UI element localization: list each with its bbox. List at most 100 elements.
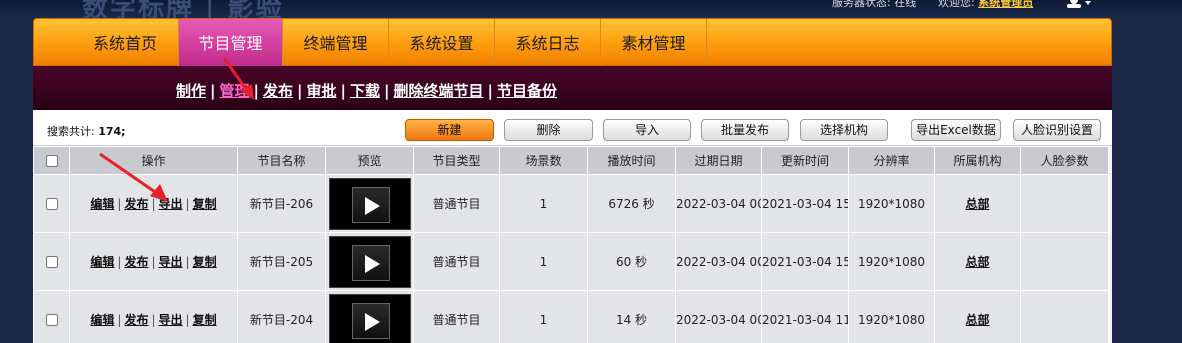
preview-thumbnail[interactable] — [328, 293, 411, 343]
export-link[interactable]: 导出 — [159, 197, 183, 211]
nav-terminal-management[interactable]: 终端管理 — [283, 19, 388, 66]
col-actions: 操作 — [69, 146, 238, 175]
organization-link[interactable]: 总部 — [965, 255, 989, 269]
edit-link[interactable]: 编辑 — [90, 197, 114, 211]
subnav-manage[interactable]: 管理 — [220, 82, 250, 100]
copy-link[interactable]: 复制 — [193, 255, 217, 269]
publish-link[interactable]: 发布 — [124, 313, 148, 327]
preview-cell — [325, 290, 414, 343]
publish-link[interactable]: 发布 — [124, 197, 148, 211]
content-panel: 搜索共计: 174; 新建 删除 导入 批量发布 选择机构 导出Excel数据 … — [33, 110, 1112, 343]
table-row: 编辑 | 发布 | 导出 | 复制 新节目-204 普通节目 1 14 秒 2022-03-… — [33, 290, 1109, 343]
copy-link[interactable]: 复制 — [193, 197, 217, 211]
col-organization: 所属机构 — [934, 146, 1021, 175]
subnav-program-backup[interactable]: 节目备份 — [497, 82, 557, 100]
main-nav: 系统首页 节目管理 终端管理 系统设置 系统日志 素材管理 — [33, 18, 1112, 66]
organization-cell: 总部 — [934, 174, 1021, 233]
program-type-cell: 普通节目 — [413, 290, 500, 343]
play-time-cell: 6726 秒 — [587, 174, 676, 233]
row-checkbox[interactable] — [45, 256, 58, 268]
program-name-cell: 新节目-205 — [237, 232, 326, 291]
program-type-cell: 普通节目 — [413, 232, 500, 291]
select-org-button[interactable]: 选择机构 — [800, 119, 888, 141]
publish-link[interactable]: 发布 — [124, 255, 148, 269]
main-frame: 系统首页 节目管理 终端管理 系统设置 系统日志 素材管理 制作 | 管理 | 发布 | 审… — [33, 18, 1113, 343]
resolution-cell: 1920*1080 — [848, 232, 935, 291]
username-link[interactable]: 系统管理员 — [978, 0, 1033, 9]
col-expire-date: 过期日期 — [675, 146, 762, 175]
col-program-type: 节目类型 — [413, 146, 500, 175]
subnav-create[interactable]: 制作 — [176, 82, 206, 100]
edit-link[interactable]: 编辑 — [90, 313, 114, 327]
organization-link[interactable]: 总部 — [965, 197, 989, 211]
face-recognition-settings-button[interactable]: 人脸识别设置 — [1013, 119, 1101, 141]
row-actions: 编辑 | 发布 | 导出 | 复制 — [69, 174, 238, 233]
export-excel-button[interactable]: 导出Excel数据 — [911, 119, 1001, 141]
subnav-delete-terminal-program[interactable]: 删除终端节目 — [394, 82, 484, 100]
copy-link[interactable]: 复制 — [193, 313, 217, 327]
play-icon[interactable] — [351, 244, 390, 281]
expire-date-cell: 2022-03-04 00:00 — [675, 232, 762, 291]
toolbar: 搜索共计: 174; 新建 删除 导入 批量发布 选择机构 导出Excel数据 … — [33, 110, 1112, 146]
row-checkbox[interactable] — [45, 314, 58, 326]
delete-button[interactable]: 删除 — [504, 119, 593, 141]
organization-link[interactable]: 总部 — [965, 313, 989, 327]
nav-divider — [706, 19, 707, 66]
nav-system-log[interactable]: 系统日志 — [495, 19, 600, 66]
col-update-time: 更新时间 — [761, 146, 849, 175]
face-params-cell — [1020, 290, 1109, 343]
play-icon[interactable] — [351, 302, 390, 339]
select-all-checkbox[interactable] — [45, 155, 58, 167]
subnav-download[interactable]: 下载 — [350, 82, 380, 100]
search-count-label: 搜索共计: — [47, 125, 95, 138]
preview-thumbnail[interactable] — [328, 177, 411, 230]
resolution-cell: 1920*1080 — [848, 174, 935, 233]
nav-program-management[interactable]: 节目管理 — [179, 19, 282, 66]
scene-count-cell: 1 — [499, 290, 588, 343]
col-scene-count: 场景数 — [499, 146, 588, 175]
preview-thumbnail[interactable] — [328, 235, 411, 288]
search-count-value: 174; — [98, 125, 126, 138]
nav-media-management[interactable]: 素材管理 — [601, 19, 706, 66]
scene-count-cell: 1 — [499, 174, 588, 233]
program-table: 操作 节目名称 预览 节目类型 场景数 播放时间 过期日期 更新时间 分辨率 所… — [33, 146, 1109, 343]
scene-count-cell: 1 — [499, 232, 588, 291]
update-time-cell: 2021-03-04 15: — [761, 232, 849, 291]
program-name-cell: 新节目-204 — [237, 290, 326, 343]
nav-system-settings[interactable]: 系统设置 — [389, 19, 494, 66]
table-header-row: 操作 节目名称 预览 节目类型 场景数 播放时间 过期日期 更新时间 分辨率 所… — [33, 146, 1109, 175]
preview-cell — [325, 174, 414, 233]
program-type-cell: 普通节目 — [413, 174, 500, 233]
row-select-cell — [33, 232, 70, 291]
resolution-cell: 1920*1080 — [848, 290, 935, 343]
row-select-cell — [33, 290, 70, 343]
update-time-cell: 2021-03-04 15: — [761, 174, 849, 233]
batch-publish-button[interactable]: 批量发布 — [701, 119, 789, 141]
row-checkbox[interactable] — [45, 198, 58, 210]
table-row: 编辑 | 发布 | 导出 | 复制 新节目-205 普通节目 1 60 秒 2022-03-… — [33, 232, 1109, 291]
edit-link[interactable]: 编辑 — [90, 255, 114, 269]
new-button[interactable]: 新建 — [405, 119, 494, 141]
organization-cell: 总部 — [934, 232, 1021, 291]
row-actions: 编辑 | 发布 | 导出 | 复制 — [69, 232, 238, 291]
subnav-publish[interactable]: 发布 — [263, 82, 293, 100]
sub-nav: 制作 | 管理 | 发布 | 审批 | 下载 | 删除终端节目 | 节目备份 — [33, 66, 1112, 110]
expire-date-cell: 2022-03-04 00:00 — [675, 174, 762, 233]
server-status-text: 服务器状态: 在线 — [832, 0, 917, 9]
nav-home[interactable]: 系统首页 — [72, 19, 178, 66]
top-header: 数字标牌 | 影验 服务器状态: 在线 欢迎您: 系统管理员 — [0, 0, 1182, 24]
import-button[interactable]: 导入 — [603, 119, 691, 141]
col-face-params: 人脸参数 — [1020, 146, 1109, 175]
table-row: 编辑 | 发布 | 导出 | 复制 新节目-206 普通节目 1 6726 秒 2022-0… — [33, 174, 1109, 233]
preview-cell — [325, 232, 414, 291]
subnav-approve[interactable]: 审批 — [307, 82, 337, 100]
row-actions: 编辑 | 发布 | 导出 | 复制 — [69, 290, 238, 343]
update-time-cell: 2021-03-04 11:4 — [761, 290, 849, 343]
user-menu-icon[interactable] — [1066, 0, 1092, 8]
face-params-cell — [1020, 232, 1109, 291]
sub-nav-links: 制作 | 管理 | 发布 | 审批 | 下载 | 删除终端节目 | 节目备份 — [176, 82, 558, 100]
program-name-cell: 新节目-206 — [237, 174, 326, 233]
export-link[interactable]: 导出 — [159, 255, 183, 269]
export-link[interactable]: 导出 — [159, 313, 183, 327]
play-icon[interactable] — [351, 186, 390, 223]
